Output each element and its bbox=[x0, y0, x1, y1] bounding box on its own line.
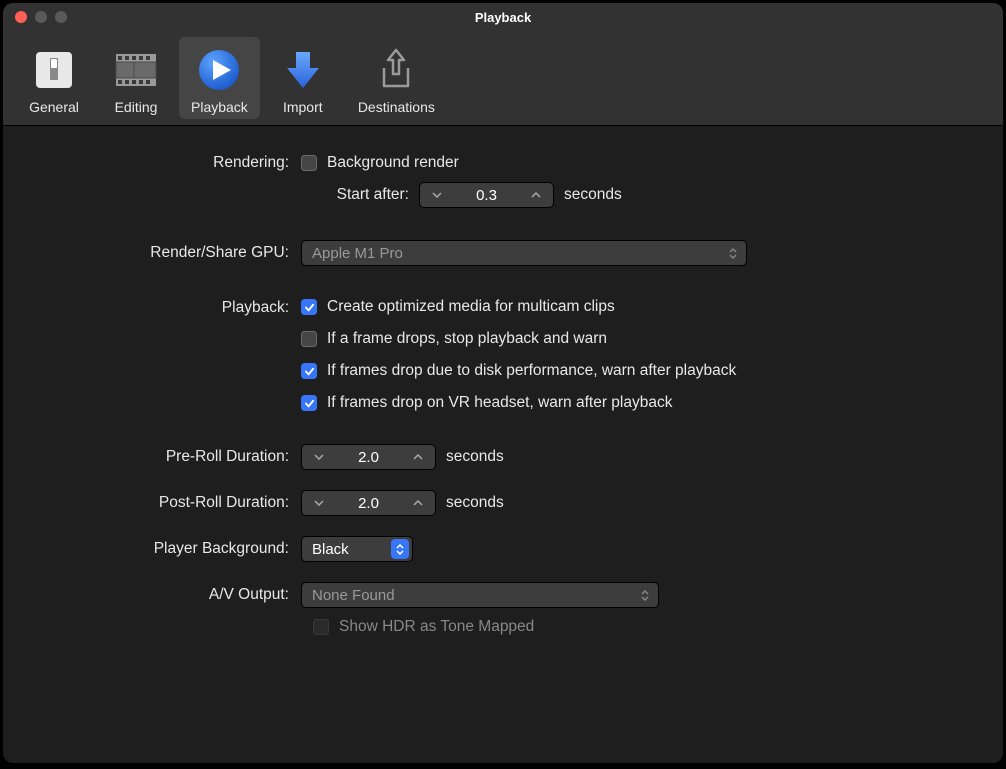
player-bg-select[interactable]: Black bbox=[301, 536, 413, 562]
playback-opt2-checkbox[interactable] bbox=[301, 331, 317, 347]
stepper-down-icon[interactable] bbox=[302, 491, 336, 515]
toolbar-item-playback[interactable]: Playback bbox=[179, 37, 260, 119]
playback-opt2-label: If a frame drops, stop playback and warn bbox=[327, 330, 607, 348]
seconds-label: seconds bbox=[446, 448, 504, 466]
start-after-row: Start after: 0.3 seconds bbox=[301, 182, 963, 208]
gpu-select[interactable]: Apple M1 Pro bbox=[301, 240, 747, 266]
traffic-lights bbox=[3, 11, 67, 23]
background-render-label: Background render bbox=[327, 154, 459, 172]
stepper-value: 0.3 bbox=[454, 187, 519, 204]
destinations-icon bbox=[369, 43, 423, 97]
toolbar-label: Editing bbox=[115, 99, 158, 115]
toolbar-label: General bbox=[29, 99, 79, 115]
preferences-toolbar: General Editing bbox=[3, 31, 1003, 126]
stepper-value: 2.0 bbox=[336, 449, 401, 466]
toolbar-item-general[interactable]: General bbox=[15, 37, 93, 119]
hdr-checkbox bbox=[313, 619, 329, 635]
select-arrows-icon bbox=[391, 539, 409, 559]
stepper-down-icon[interactable] bbox=[302, 445, 336, 469]
seconds-label: seconds bbox=[446, 494, 504, 512]
preroll-row: Pre-Roll Duration: 2.0 seconds bbox=[43, 444, 963, 470]
playback-opt1-label: Create optimized media for multicam clip… bbox=[327, 298, 615, 316]
content-area: Rendering: Background render Start after… bbox=[3, 126, 1003, 666]
toolbar-label: Playback bbox=[191, 99, 248, 115]
av-output-row: A/V Output: None Found bbox=[43, 582, 963, 608]
playback-icon bbox=[192, 43, 246, 97]
gpu-row: Render/Share GPU: Apple M1 Pro bbox=[43, 240, 963, 266]
select-arrows-icon bbox=[637, 586, 653, 604]
av-output-label: A/V Output: bbox=[43, 586, 301, 604]
playback-opt3-checkbox[interactable] bbox=[301, 363, 317, 379]
playback-opt4-checkbox[interactable] bbox=[301, 395, 317, 411]
playback-opt4-label: If frames drop on VR headset, warn after… bbox=[327, 394, 672, 412]
import-icon bbox=[276, 43, 330, 97]
stepper-up-icon[interactable] bbox=[519, 183, 553, 207]
av-output-select[interactable]: None Found bbox=[301, 582, 659, 608]
playback-row: Playback: Create optimized media for mul… bbox=[43, 298, 963, 412]
close-button[interactable] bbox=[15, 11, 27, 23]
toolbar-item-destinations[interactable]: Destinations bbox=[346, 37, 447, 119]
playback-opt1-checkbox[interactable] bbox=[301, 299, 317, 315]
background-render-checkbox[interactable] bbox=[301, 155, 317, 171]
gpu-label: Render/Share GPU: bbox=[43, 244, 301, 262]
stepper-down-icon[interactable] bbox=[420, 183, 454, 207]
toolbar-item-editing[interactable]: Editing bbox=[97, 37, 175, 119]
player-bg-label: Player Background: bbox=[43, 540, 301, 558]
start-after-stepper[interactable]: 0.3 bbox=[419, 182, 554, 208]
general-icon bbox=[27, 43, 81, 97]
window-title: Playback bbox=[3, 10, 1003, 25]
rendering-label: Rendering: bbox=[43, 154, 301, 172]
start-after-label: Start after: bbox=[301, 186, 409, 204]
player-bg-value: Black bbox=[312, 541, 349, 558]
select-arrows-icon bbox=[725, 244, 741, 262]
gpu-value: Apple M1 Pro bbox=[312, 245, 403, 262]
preroll-label: Pre-Roll Duration: bbox=[43, 448, 301, 466]
postroll-row: Post-Roll Duration: 2.0 seconds bbox=[43, 490, 963, 516]
postroll-stepper[interactable]: 2.0 bbox=[301, 490, 436, 516]
preferences-window: Playback General bbox=[3, 3, 1003, 763]
toolbar-item-import[interactable]: Import bbox=[264, 37, 342, 119]
hdr-row: Show HDR as Tone Mapped bbox=[313, 618, 963, 636]
toolbar-label: Import bbox=[283, 99, 323, 115]
stepper-up-icon[interactable] bbox=[401, 491, 435, 515]
maximize-button[interactable] bbox=[55, 11, 67, 23]
minimize-button[interactable] bbox=[35, 11, 47, 23]
seconds-label: seconds bbox=[564, 186, 622, 204]
titlebar: Playback bbox=[3, 3, 1003, 31]
stepper-up-icon[interactable] bbox=[401, 445, 435, 469]
player-bg-row: Player Background: Black bbox=[43, 536, 963, 562]
playback-opt3-label: If frames drop due to disk performance, … bbox=[327, 362, 736, 380]
editing-icon bbox=[109, 43, 163, 97]
av-output-value: None Found bbox=[312, 587, 395, 604]
postroll-label: Post-Roll Duration: bbox=[43, 494, 301, 512]
playback-label: Playback: bbox=[43, 298, 301, 317]
preroll-stepper[interactable]: 2.0 bbox=[301, 444, 436, 470]
stepper-value: 2.0 bbox=[336, 495, 401, 512]
hdr-label: Show HDR as Tone Mapped bbox=[339, 618, 534, 636]
rendering-row: Rendering: Background render bbox=[43, 154, 963, 172]
toolbar-label: Destinations bbox=[358, 99, 435, 115]
